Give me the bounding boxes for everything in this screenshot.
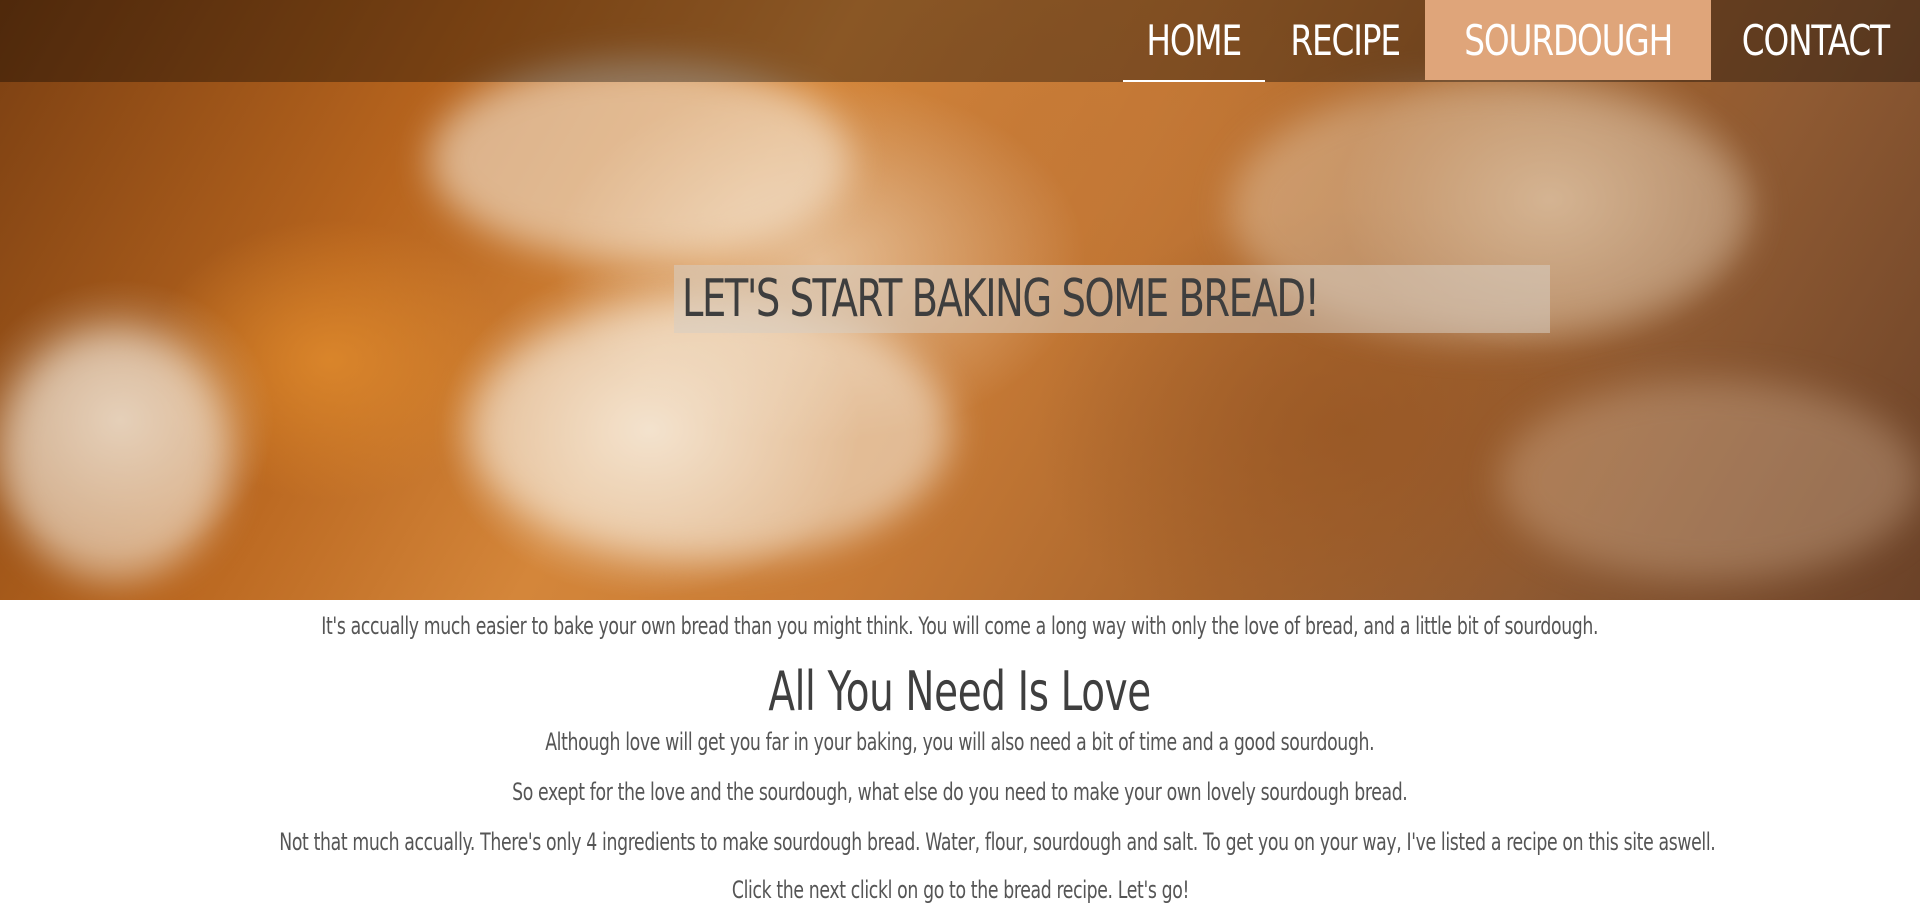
section-heading-text: All You Need Is Love — [768, 660, 1152, 723]
nav-home-link[interactable]: HOME — [1139, 0, 1249, 80]
nav-home-wrap: HOME — [1123, 0, 1266, 82]
paragraph: So exept for the love and the sourdough,… — [0, 778, 1920, 806]
paragraph-text: Although love will get you far in your b… — [545, 728, 1375, 756]
hero-title-text: LET'S START BAKING SOME BREAD! — [682, 269, 1320, 329]
nav-recipe-link[interactable]: RECIPE — [1282, 0, 1407, 80]
paragraph: Although love will get you far in your b… — [0, 728, 1920, 756]
nav-sourdough-wrap: SOURDOUGH — [1424, 0, 1712, 80]
intro-paragraph: It's accually much easier to bake your o… — [0, 612, 1920, 640]
paragraph-text: Not that much accually. There's only 4 i… — [279, 828, 1716, 856]
nav-contact-wrap: CONTACT — [1711, 0, 1920, 82]
paragraph-text: Click the next clickl on go to the bread… — [731, 876, 1189, 904]
top-navbar: HOME RECIPE SOURDOUGH CONTACT — [0, 0, 1920, 82]
nav-recipe-wrap: RECIPE — [1265, 0, 1425, 82]
paragraph: Not that much accually. There's only 4 i… — [0, 828, 1920, 856]
hero-title: LET'S START BAKING SOME BREAD! — [674, 265, 1551, 333]
paragraph-text: So exept for the love and the sourdough,… — [512, 778, 1408, 806]
intro-text: It's accually much easier to bake your o… — [321, 612, 1599, 640]
hero-banner-bread-image: HOME RECIPE SOURDOUGH CONTACT LET'S STAR… — [0, 0, 1920, 600]
paragraph: Click the next clickl on go to the bread… — [0, 876, 1920, 904]
nav-contact-link[interactable]: CONTACT — [1734, 0, 1897, 80]
section-heading: All You Need Is Love — [0, 660, 1920, 723]
main-nav: HOME RECIPE SOURDOUGH CONTACT — [1123, 0, 1920, 82]
nav-sourdough-link[interactable]: SOURDOUGH — [1456, 0, 1679, 80]
